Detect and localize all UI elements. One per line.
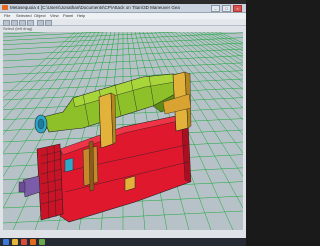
- grid-line: [186, 32, 243, 71]
- files-icon[interactable]: [39, 239, 45, 245]
- 3d-viewport[interactable]: [3, 32, 243, 230]
- trigger-part: [18, 175, 41, 198]
- end-cap: [36, 143, 64, 221]
- application-window: Metasequoia 4 [C:\Users\Jonathan\Documen…: [0, 4, 246, 238]
- close-icon[interactable]: ×: [233, 5, 242, 12]
- scene-canvas[interactable]: [3, 32, 243, 230]
- title-bar: Metasequoia 4 [C:\Users\Jonathan\Documen…: [0, 4, 246, 13]
- metasequoia-icon[interactable]: [30, 239, 36, 245]
- explorer-icon[interactable]: [12, 239, 18, 245]
- browser-icon[interactable]: [21, 239, 27, 245]
- toolbar: [0, 19, 246, 26]
- minimize-icon[interactable]: –: [211, 5, 220, 12]
- maximize-icon[interactable]: □: [222, 5, 231, 12]
- main-body: [59, 114, 192, 223]
- tank-nozzle: [34, 114, 48, 134]
- taskbar: [0, 238, 246, 246]
- app-icon: [2, 5, 8, 10]
- window-title: Metasequoia 4 [C:\Users\Jonathan\Documen…: [10, 5, 180, 10]
- start-icon[interactable]: [3, 239, 9, 245]
- status-bar: [0, 231, 246, 238]
- grid-line: [182, 32, 243, 77]
